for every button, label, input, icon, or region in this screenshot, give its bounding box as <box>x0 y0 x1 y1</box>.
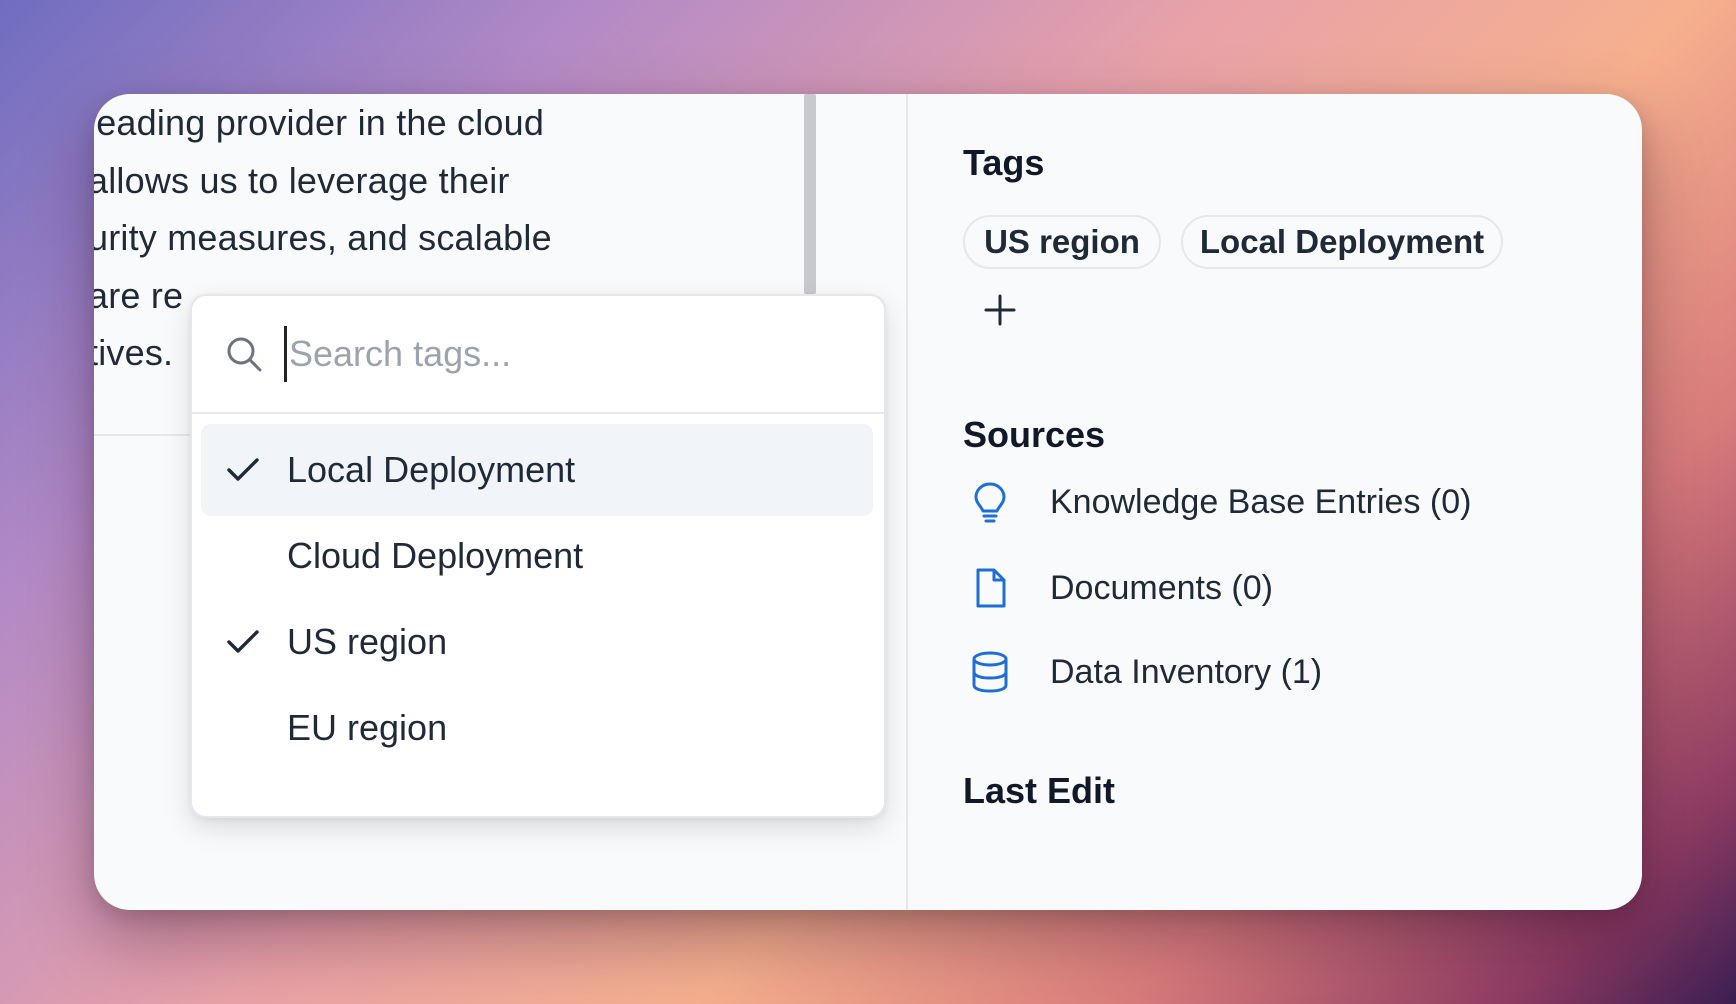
plus-icon <box>984 294 1016 326</box>
panel-divider <box>906 94 908 910</box>
last-edit-heading: Last Edit <box>963 770 1116 811</box>
source-label: Data Inventory (1) <box>1050 652 1323 691</box>
source-label: Documents (0) <box>1050 568 1273 607</box>
tag-option-label: Local Deployment <box>287 449 576 490</box>
tag-search-row <box>192 296 884 414</box>
lightbulb-icon <box>970 480 1030 524</box>
tag-option-cloud-deployment[interactable]: Cloud Deployment <box>201 510 873 602</box>
tag-option-local-deployment[interactable]: Local Deployment <box>201 424 873 516</box>
editor-line: leading provider in the cloud <box>94 102 545 143</box>
editor-line: urity measures, and scalable <box>94 217 552 258</box>
editor-line: tives. <box>94 332 174 373</box>
tag-option-us-region[interactable]: US region <box>201 596 873 688</box>
search-icon <box>224 334 264 379</box>
source-data-inventory[interactable]: Data Inventory (1) <box>970 644 1322 700</box>
tag-option-label: EU region <box>287 707 448 748</box>
tag-option-label: US region <box>287 621 448 662</box>
editor-line: allows us to leverage their <box>94 160 510 201</box>
tag-option-label: Cloud Deployment <box>287 535 584 576</box>
app-window: leading provider in the cloud allows us … <box>94 94 1642 910</box>
sources-heading: Sources <box>963 414 1106 455</box>
source-label: Knowledge Base Entries (0) <box>1050 482 1472 521</box>
add-tag-button[interactable] <box>974 284 1026 336</box>
editor-line: are re <box>94 275 184 316</box>
tags-heading: Tags <box>963 142 1045 183</box>
source-knowledge-base[interactable]: Knowledge Base Entries (0) <box>970 474 1471 530</box>
check-icon <box>225 452 261 493</box>
tag-chip-local-deployment[interactable]: Local Deployment <box>1181 215 1503 269</box>
editor-scrollbar[interactable] <box>804 94 816 294</box>
tag-dropdown: Local Deployment Cloud Deployment US reg… <box>190 294 886 818</box>
database-icon <box>970 650 1030 694</box>
source-documents[interactable]: Documents (0) <box>970 560 1273 616</box>
tag-option-eu-region[interactable]: EU region <box>201 682 873 774</box>
tag-chip-us-region[interactable]: US region <box>963 215 1161 269</box>
tag-search-input[interactable] <box>284 326 849 382</box>
document-icon <box>970 566 1030 610</box>
check-icon <box>225 624 261 665</box>
